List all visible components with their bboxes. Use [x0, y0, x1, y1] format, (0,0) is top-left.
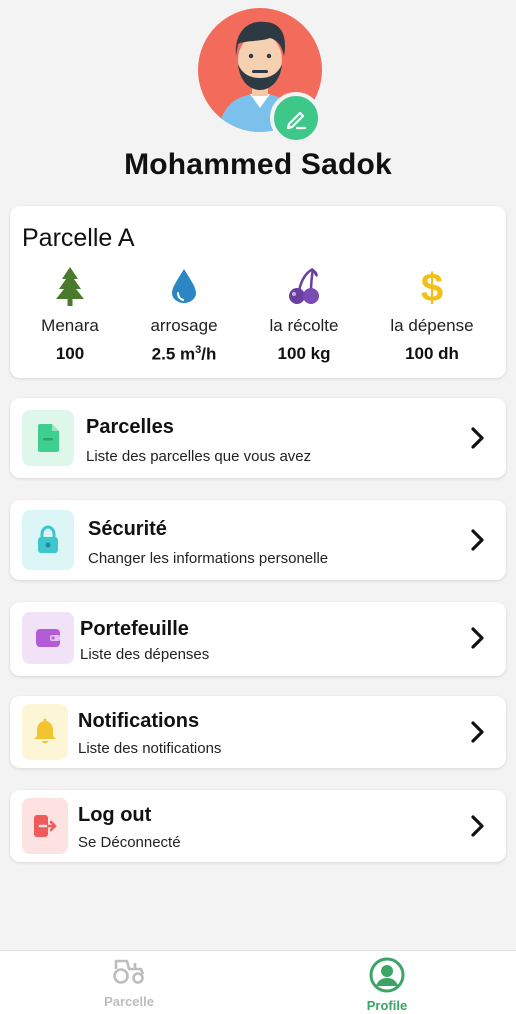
pencil-icon [286, 111, 307, 130]
bottom-nav: Parcelle Profile [0, 950, 516, 1014]
stat-arrosage: arrosage 2.5 m3/h [124, 264, 244, 365]
stat-value: 100 [55, 344, 85, 363]
menu-subtitle: Liste des parcelles que vous avez [86, 448, 312, 465]
tractor-icon [113, 959, 145, 984]
stat-label: arrosage [150, 316, 218, 335]
chevron-right-icon [471, 529, 484, 551]
menu-icon-bg [22, 510, 74, 570]
profile-avatar [198, 8, 322, 144]
stat-label: la dépense [390, 316, 474, 335]
chevron-right-icon [471, 627, 484, 649]
menu-title: Log out [78, 804, 152, 826]
menu-item-portefeuille[interactable]: Portefeuille Liste des dépenses [10, 602, 506, 676]
cherry-icon [289, 267, 319, 304]
stat-label: Menara [41, 316, 99, 335]
edit-avatar-button[interactable] [270, 92, 322, 144]
menu-item-logout[interactable]: Log out Se Déconnecté [10, 790, 506, 862]
chevron-right-icon [471, 721, 484, 743]
logout-icon [34, 815, 57, 837]
bell-icon [34, 718, 56, 744]
menu-title: Parcelles [86, 416, 174, 438]
menu-icon-bg [22, 612, 74, 664]
menu-title: Sécurité [88, 518, 167, 540]
parcel-title: Parcelle A [22, 224, 135, 252]
nav-tab-profile[interactable]: Profile [337, 957, 437, 1013]
menu-title: Portefeuille [80, 618, 189, 640]
dollar-icon: $ [421, 266, 443, 307]
menu-subtitle: Liste des dépenses [80, 646, 210, 663]
nav-tab-parcelle[interactable]: Parcelle [79, 957, 179, 1009]
menu-icon-bg [22, 704, 68, 760]
stat-value: 100 dh [405, 344, 459, 363]
document-icon [38, 424, 59, 452]
stat-recolte: la récolte 100 kg [244, 264, 364, 364]
menu-item-notifications[interactable]: Notifications Liste des notifications [10, 696, 506, 768]
stat-menara: Menara 100 [10, 264, 130, 364]
profile-icon [369, 957, 405, 993]
menu-subtitle: Changer les informations personelle [88, 550, 329, 567]
stat-label: la récolte [269, 316, 339, 335]
stat-depense: $ la dépense 100 dh [372, 264, 492, 364]
menu-title: Notifications [78, 710, 200, 732]
stat-value: 2.5 m3/h [151, 344, 217, 364]
menu-icon-bg [22, 798, 68, 854]
wallet-icon [36, 629, 60, 647]
nav-label: Profile [366, 998, 408, 1013]
water-drop-icon [172, 269, 196, 303]
chevron-right-icon [471, 427, 484, 449]
tree-icon [56, 267, 84, 306]
menu-subtitle: Liste des notifications [78, 740, 222, 757]
menu-item-parcelles[interactable]: Parcelles Liste des parcelles que vous a… [10, 398, 506, 478]
svg-text:$: $ [421, 266, 443, 307]
chevron-right-icon [471, 815, 484, 837]
profile-name: Mohammed Sadok [124, 148, 392, 181]
lock-icon [38, 525, 58, 553]
menu-subtitle: Se Déconnecté [78, 834, 181, 851]
menu-icon-bg [22, 410, 74, 466]
nav-label: Parcelle [104, 994, 154, 1009]
menu-item-securite[interactable]: Sécurité Changer les informations person… [10, 500, 506, 580]
stat-value: 100 kg [277, 344, 331, 363]
parcel-summary-card[interactable]: Parcelle A Menara 100 arrosage 2.5 m3/h [10, 206, 506, 378]
